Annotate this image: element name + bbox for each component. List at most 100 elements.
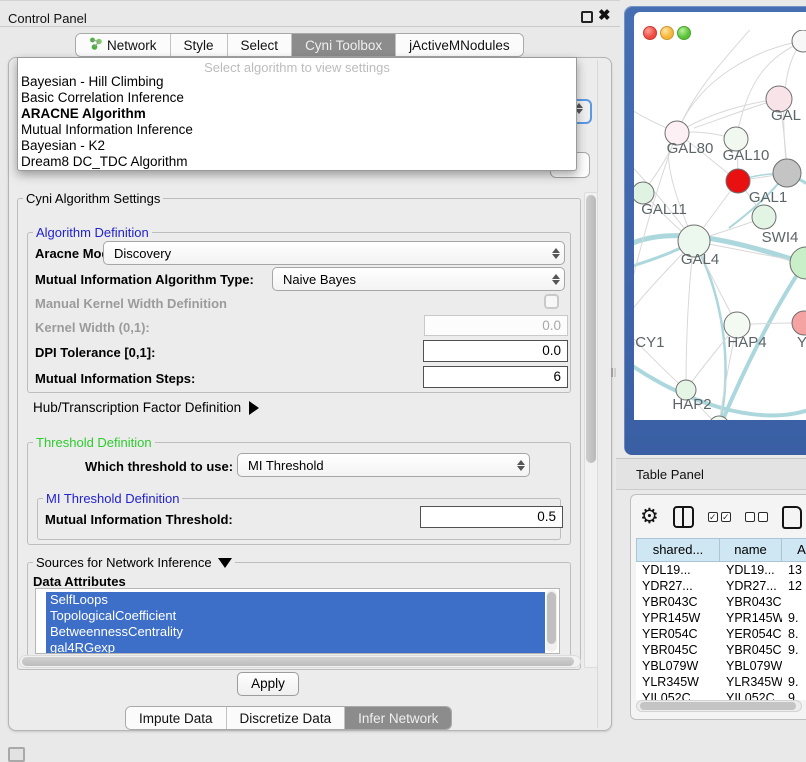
- network-node[interactable]: [726, 169, 750, 193]
- network-node-gal1[interactable]: [752, 205, 776, 229]
- algorithm-option[interactable]: Bayesian - Hill Climbing: [18, 74, 576, 90]
- data-attributes-list[interactable]: SelfLoopsTopologicalCoefficientBetweenne…: [35, 588, 560, 654]
- algorithm-option[interactable]: Mutual Information Inference: [18, 122, 576, 138]
- algorithm-dropdown-popup: Select algorithm to view settings Bayesi…: [17, 57, 577, 171]
- settings-vertical-scrollbar[interactable]: [584, 192, 598, 668]
- tab-cyni-toolbox[interactable]: Cyni Toolbox: [292, 34, 396, 56]
- network-node[interactable]: [773, 159, 801, 187]
- aracne-mode-select[interactable]: Discovery: [103, 241, 565, 265]
- table-cell: 9.: [782, 674, 806, 690]
- scrollbar-thumb[interactable]: [547, 592, 556, 644]
- deselect-all-icon[interactable]: [745, 512, 768, 522]
- tab-label: Select: [241, 38, 279, 53]
- hub-section-toggle[interactable]: Hub/Transcription Factor Definition: [33, 400, 259, 415]
- attribute-item[interactable]: TopologicalCoefficient: [46, 608, 545, 624]
- algorithm-option[interactable]: ARACNE Algorithm: [18, 106, 576, 122]
- node-label: GAL10: [723, 147, 770, 164]
- dpi-tolerance-field[interactable]: 0.0: [423, 340, 568, 362]
- network-edge: [677, 30, 754, 133]
- table-cell: YIL052C: [720, 690, 782, 700]
- column-header[interactable]: shared...: [636, 538, 720, 562]
- mi-threshold-field[interactable]: 0.5: [420, 506, 563, 528]
- table-cell: 9.: [782, 690, 806, 700]
- table-row[interactable]: YBR043CYBR043C: [636, 594, 806, 610]
- node-table[interactable]: shared...nameA YDL19...YDL19...13YDR27..…: [636, 538, 806, 700]
- scrollbar-thumb[interactable]: [640, 702, 796, 710]
- table-cell: [782, 594, 806, 610]
- tab-network[interactable]: Network: [76, 34, 171, 56]
- network-node-swi4[interactable]: [790, 247, 806, 279]
- tab-label: Impute Data: [139, 711, 213, 726]
- columns-icon[interactable]: [673, 506, 694, 528]
- table-row[interactable]: YPR145WYPR145W9.: [636, 610, 806, 626]
- table-horizontal-scrollbar[interactable]: [636, 700, 802, 712]
- network-node-y[interactable]: [792, 311, 806, 335]
- window-zoom-icon[interactable]: [677, 26, 691, 40]
- float-window-icon[interactable]: [581, 11, 593, 23]
- spinner-icon: [548, 248, 564, 259]
- column-header[interactable]: name: [720, 538, 782, 562]
- algorithm-option[interactable]: Bayesian - K2: [18, 138, 576, 154]
- table-cell: YLR345W: [720, 674, 782, 690]
- attribute-item[interactable]: BetweennessCentrality: [46, 624, 545, 640]
- table-row[interactable]: YBR045CYBR045C9.: [636, 642, 806, 658]
- mi-threshold-label: Mutual Information Threshold:: [45, 512, 233, 527]
- table-row[interactable]: YIL052CYIL052C9.: [636, 690, 806, 700]
- algorithm-option[interactable]: Dream8 DC_TDC Algorithm: [18, 154, 576, 170]
- settings-horizontal-scrollbar[interactable]: [19, 655, 581, 668]
- tab-label: Cyni Toolbox: [305, 38, 382, 53]
- splitter-handle[interactable]: [611, 368, 616, 377]
- tab-label: Style: [184, 38, 214, 53]
- attributes-scrollbar[interactable]: [546, 590, 557, 652]
- scrollbar-thumb[interactable]: [586, 195, 596, 463]
- table-row[interactable]: YLR345WYLR345W9.: [636, 674, 806, 690]
- algorithm-option[interactable]: Basic Correlation Inference: [18, 90, 576, 106]
- tab-jactivemnodules[interactable]: jActiveMNodules: [396, 34, 523, 56]
- spinner-icon: [548, 274, 564, 285]
- window-close-icon[interactable]: [643, 26, 657, 40]
- table-cell: 13: [782, 562, 806, 578]
- spinner-icon: [513, 460, 529, 471]
- node-label: GCY1: [634, 334, 664, 351]
- scrollbar-thumb[interactable]: [22, 657, 574, 666]
- table-header-row: shared...nameA: [636, 538, 806, 562]
- mi-steps-field[interactable]: 6: [423, 366, 568, 388]
- algorithm-popup-list: Bayesian - Hill ClimbingBasic Correlatio…: [18, 74, 576, 170]
- table-cell: YDR27...: [720, 578, 782, 594]
- node-label: HAP2: [672, 396, 711, 413]
- table-cell: YBR045C: [636, 642, 720, 658]
- window-minimize-icon[interactable]: [660, 26, 674, 40]
- node-label: GAL: [771, 107, 801, 124]
- apply-button[interactable]: Apply: [237, 672, 299, 696]
- sources-group-toggle[interactable]: Sources for Network Inference: [33, 555, 235, 570]
- table-cell: YIL052C: [636, 690, 720, 700]
- settings-group-title: Cyni Algorithm Settings: [23, 191, 163, 206]
- table-row[interactable]: YBL079WYBL079W: [636, 658, 806, 674]
- tab-style[interactable]: Style: [171, 34, 228, 56]
- which-threshold-select[interactable]: MI Threshold: [237, 453, 530, 477]
- mi-type-select[interactable]: Naive Bayes: [272, 267, 565, 291]
- manual-kernel-checkbox[interactable]: [544, 294, 559, 309]
- column-header[interactable]: A: [782, 538, 806, 562]
- table-row[interactable]: YDR27...YDR27...12: [636, 578, 806, 594]
- gear-icon[interactable]: ⚙: [640, 506, 659, 528]
- tab-select[interactable]: Select: [228, 34, 293, 56]
- algorithm-definition-title: Algorithm Definition: [33, 225, 152, 240]
- collapsed-panel-icon[interactable]: [8, 747, 25, 762]
- table-cell: YBR043C: [636, 594, 720, 610]
- tab-impute-data[interactable]: Impute Data: [126, 707, 227, 729]
- attribute-item[interactable]: gal4RGexp: [46, 640, 545, 654]
- new-table-icon[interactable]: [782, 506, 802, 529]
- table-row[interactable]: YER054CYER054C8.: [636, 626, 806, 642]
- network-view-canvas[interactable]: GALGAL80GAL10GAL1GAL11GAL4SWI4GCY1HAP4YH…: [634, 12, 806, 420]
- tab-discretize-data[interactable]: Discretize Data: [227, 707, 346, 729]
- sources-group-title: Sources for Network Inference: [36, 555, 212, 570]
- kernel-width-field[interactable]: 0.0: [424, 315, 568, 336]
- tab-infer-network[interactable]: Infer Network: [345, 707, 451, 729]
- table-row[interactable]: YDL19...YDL19...13: [636, 562, 806, 578]
- manual-kernel-label: Manual Kernel Width Definition: [35, 296, 227, 311]
- close-icon[interactable]: ✖: [598, 6, 611, 24]
- select-all-icon[interactable]: ✓✓: [708, 512, 731, 522]
- network-node[interactable]: [792, 30, 806, 52]
- attribute-item[interactable]: SelfLoops: [46, 592, 545, 608]
